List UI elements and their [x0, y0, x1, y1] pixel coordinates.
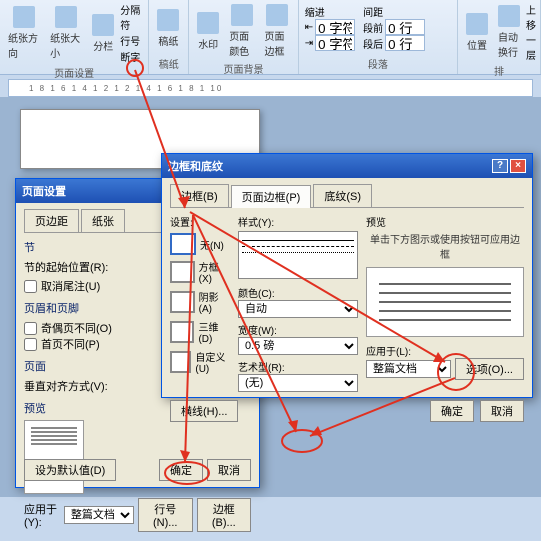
border-title-bar: 边框和底纹 ? ×	[162, 154, 532, 178]
setting-box[interactable]: 方框(X)	[170, 259, 230, 285]
orientation-button[interactable]: 纸张方向	[4, 2, 44, 64]
indent-right-icon: ⇥	[305, 38, 313, 49]
close-icon[interactable]: ×	[510, 159, 526, 173]
setting-custom[interactable]: 自定义(U)	[170, 349, 230, 375]
style-label: 样式(Y):	[238, 214, 358, 229]
after-label: 段后	[363, 36, 383, 51]
page-border-button[interactable]: 页面边框	[260, 2, 293, 60]
tab-margins[interactable]: 页边距	[24, 209, 79, 232]
odd-even-checkbox[interactable]	[24, 322, 37, 335]
setting-label: 设置:	[170, 214, 230, 229]
page-setup-title: 页面设置	[22, 183, 66, 199]
first-page-checkbox[interactable]	[24, 338, 37, 351]
page-setup-cancel-button[interactable]: 取消	[207, 459, 251, 481]
columns-button[interactable]: 分栏	[88, 2, 118, 64]
indent-left-input[interactable]	[315, 19, 355, 35]
watermark-button[interactable]: 水印	[193, 2, 223, 60]
preview-thumb-1	[24, 420, 84, 494]
spacing-after-input[interactable]	[385, 35, 425, 51]
ruler: 1 8 1 6 1 4 1 2 1 2 1 4 1 6 1 8 1 10	[8, 79, 533, 97]
paragraph-group-label: 段落	[303, 55, 453, 72]
size-button[interactable]: 纸张大小	[46, 2, 86, 64]
help-icon[interactable]: ?	[492, 159, 508, 173]
preview-hint: 单击下方图示或使用按钮可应用边框	[366, 231, 524, 261]
indent-label: 缩进	[305, 4, 355, 19]
hline-button[interactable]: 横线(H)...	[170, 400, 238, 422]
width-label: 宽度(W):	[238, 322, 358, 337]
page-color-button[interactable]: 页面颜色	[225, 2, 258, 60]
breaks-button[interactable]: 分隔符	[120, 2, 144, 32]
tab-paper[interactable]: 纸张	[81, 209, 125, 232]
preview-label-2: 预览	[366, 214, 524, 229]
page-setup-group-label: 页面设置	[4, 64, 144, 81]
indent-left-icon: ⇤	[305, 22, 313, 33]
color-label: 颜色(C):	[238, 285, 358, 300]
setting-3d[interactable]: 三维(D)	[170, 319, 230, 345]
indent-right-input[interactable]	[315, 35, 355, 51]
tab-shading[interactable]: 底纹(S)	[313, 184, 372, 207]
tab-border[interactable]: 边框(B)	[170, 184, 229, 207]
border-dialog-button[interactable]: 边框(B)...	[197, 498, 251, 532]
background-group-label: 页面背景	[193, 60, 294, 77]
style-list[interactable]	[238, 231, 358, 279]
width-select[interactable]: 0.5 磅	[238, 337, 358, 355]
section-start-label: 节的起始位置(R):	[24, 259, 108, 275]
apply-to-select-1[interactable]: 整篇文档	[64, 506, 134, 524]
wrap-button[interactable]: 自动换行	[494, 2, 524, 62]
spacing-before-input[interactable]	[385, 19, 425, 35]
apply-to-label-2: 应用于(L):	[366, 343, 524, 358]
paper-group-label: 稿纸	[153, 55, 184, 72]
line-numbers-dialog-button[interactable]: 行号(N)...	[138, 498, 193, 532]
valign-label: 垂直对齐方式(V):	[24, 378, 108, 394]
hyphenation-button[interactable]: 断字	[120, 49, 144, 64]
position-button[interactable]: 位置	[462, 2, 492, 62]
setting-none[interactable]: 无(N)	[170, 233, 230, 255]
suppress-endnotes-checkbox[interactable]	[24, 280, 37, 293]
border-cancel-button[interactable]: 取消	[480, 400, 524, 422]
preview-box[interactable]	[366, 267, 524, 337]
line-numbers-button[interactable]: 行号	[120, 33, 144, 48]
border-ok-button[interactable]: 确定	[430, 400, 474, 422]
ribbon: 纸张方向 纸张大小 分栏 分隔符 行号 断字 页面设置 稿纸 稿纸 水印 页面颜…	[0, 0, 541, 75]
art-select[interactable]: (无)	[238, 374, 358, 392]
tab-page-border[interactable]: 页面边框(P)	[231, 185, 312, 208]
setting-shadow[interactable]: 阴影(A)	[170, 289, 230, 315]
apply-to-label-1: 应用于(Y):	[24, 501, 60, 529]
paper-button[interactable]: 稿纸	[153, 2, 183, 55]
bring-forward-button[interactable]: 上移一层	[526, 2, 536, 62]
art-label: 艺术型(R):	[238, 359, 358, 374]
apply-to-select-2[interactable]: 整篇文档	[366, 360, 451, 378]
border-dialog: 边框和底纹 ? × 边框(B) 页面边框(P) 底纹(S) 设置: 无(N) 方…	[161, 153, 533, 398]
color-select[interactable]: 自动	[238, 300, 358, 318]
border-title: 边框和底纹	[168, 158, 223, 174]
page-setup-ok-button[interactable]: 确定	[159, 459, 203, 481]
options-button[interactable]: 选项(O)...	[455, 358, 524, 380]
before-label: 段前	[363, 20, 383, 35]
spacing-label: 间距	[363, 4, 425, 19]
set-default-button[interactable]: 设为默认值(D)	[24, 459, 116, 481]
arrange-group-label: 排	[462, 62, 536, 79]
